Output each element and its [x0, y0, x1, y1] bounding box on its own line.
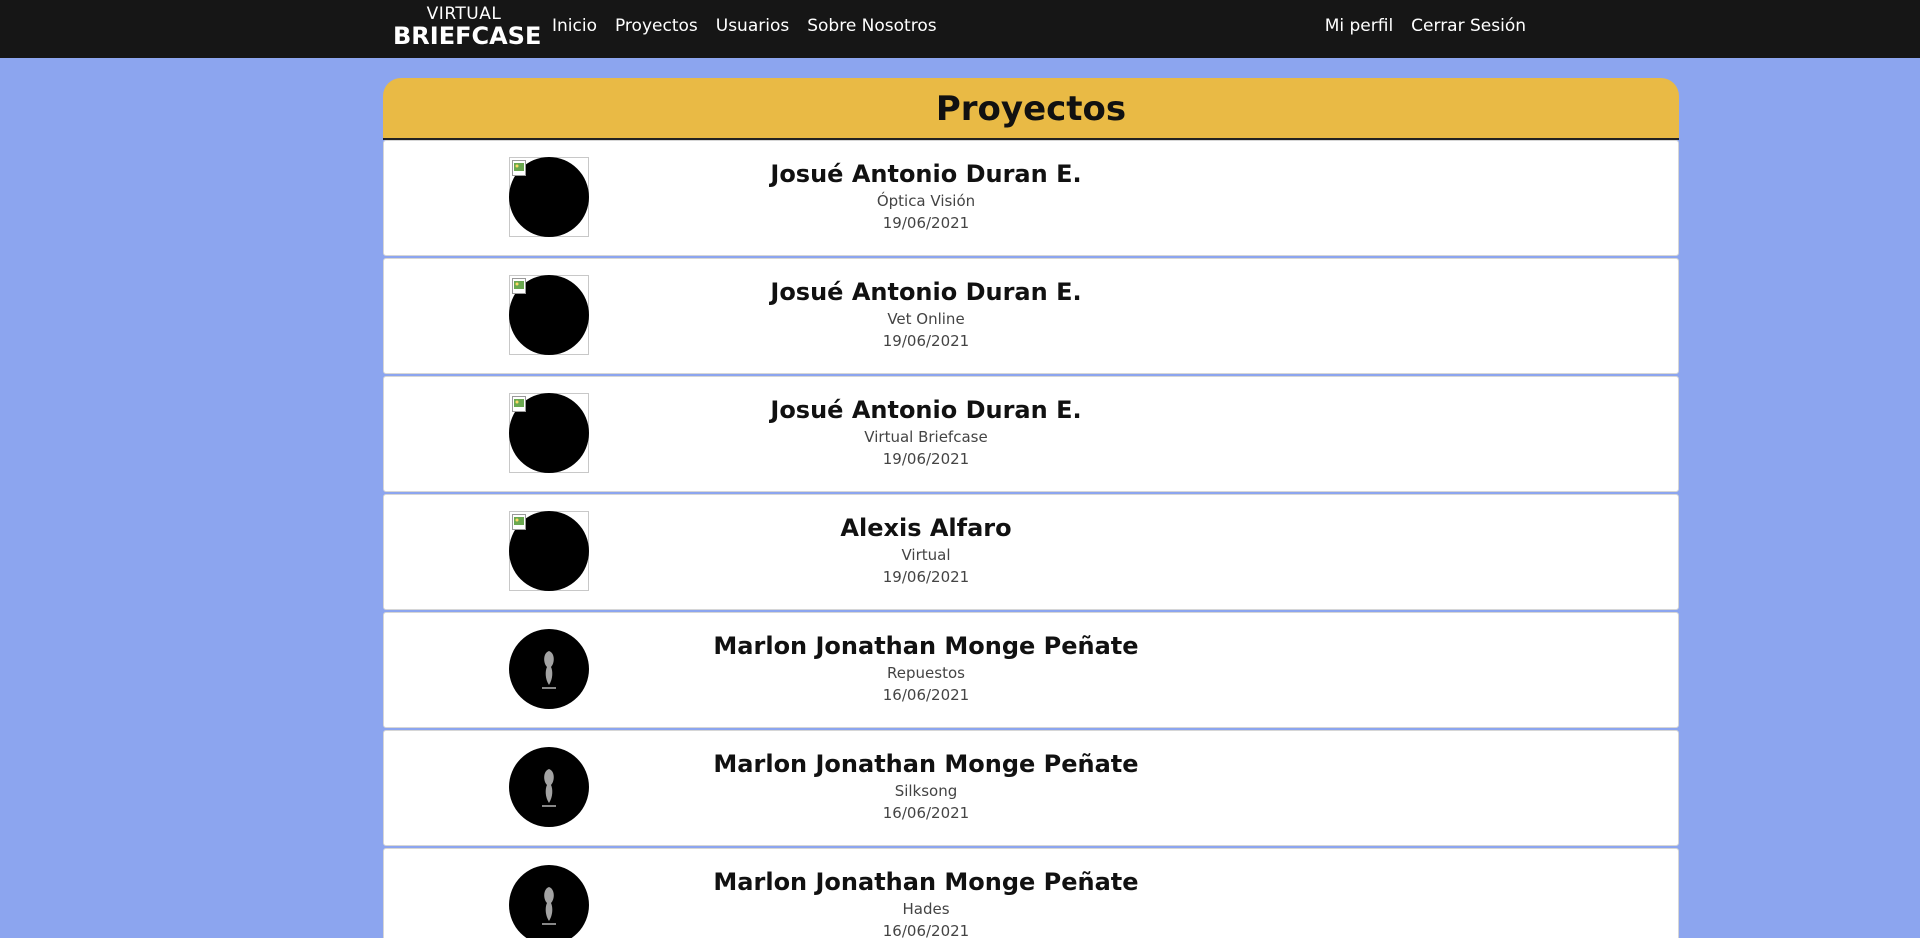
project-name: Óptica Visión — [876, 192, 976, 210]
nav-link-proyectos[interactable]: Proyectos — [615, 16, 698, 36]
project-date: 16/06/2021 — [882, 804, 970, 822]
project-info: Marlon Jonathan Monge Peñate Silksong 16/0… — [384, 749, 1468, 824]
nav-link-cerrar-sesion[interactable]: Cerrar Sesión — [1411, 16, 1526, 36]
project-name: Hades — [902, 900, 950, 918]
project-name: Silksong — [894, 782, 958, 800]
projects-panel: Proyectos Josué Antonio Duran E. Óptica V… — [383, 78, 1679, 938]
project-info: Josué Antonio Duran E. Virtual Briefcase 1… — [384, 395, 1468, 470]
nav-user-links: Mi perfil Cerrar Sesión — [1325, 0, 1526, 52]
project-card[interactable]: Josué Antonio Duran E. Óptica Visión 19/06… — [383, 140, 1679, 256]
project-card[interactable]: Marlon Jonathan Monge Peñate Hades 16/06/2… — [383, 848, 1679, 938]
project-card[interactable]: Alexis Alfaro Virtual 19/06/2021 — [383, 494, 1679, 610]
brand-logo-top: VIRTUAL — [426, 4, 502, 24]
project-author: Josué Antonio Duran E. — [770, 160, 1082, 188]
panel-header: Proyectos — [383, 78, 1679, 140]
project-date: 19/06/2021 — [882, 214, 970, 232]
project-author: Marlon Jonathan Monge Peñate — [713, 632, 1139, 660]
project-name: Virtual Briefcase — [864, 428, 988, 446]
project-author: Marlon Jonathan Monge Peñate — [713, 750, 1139, 778]
project-date: 16/06/2021 — [882, 922, 970, 938]
page-title: Proyectos — [935, 89, 1127, 129]
brand-logo[interactable]: VIRTUAL BRIEFCASE — [393, 4, 542, 50]
project-author: Alexis Alfaro — [840, 514, 1012, 542]
brand-logo-bottom: BRIEFCASE — [393, 22, 542, 50]
navbar: VIRTUAL BRIEFCASE Inicio Proyectos Usuar… — [0, 0, 1920, 58]
project-date: 19/06/2021 — [882, 332, 970, 350]
project-card[interactable]: Josué Antonio Duran E. Virtual Briefcase 1… — [383, 376, 1679, 492]
nav-link-sobre-nosotros[interactable]: Sobre Nosotros — [807, 16, 936, 36]
project-card[interactable]: Marlon Jonathan Monge Peñate Repuestos 16/… — [383, 612, 1679, 728]
project-info: Alexis Alfaro Virtual 19/06/2021 — [384, 513, 1468, 588]
project-info: Marlon Jonathan Monge Peñate Hades 16/06/2… — [384, 867, 1468, 938]
nav-link-inicio[interactable]: Inicio — [552, 16, 597, 36]
project-date: 19/06/2021 — [882, 450, 970, 468]
project-info: Josué Antonio Duran E. Vet Online 19/06/20… — [384, 277, 1468, 352]
nav-link-usuarios[interactable]: Usuarios — [716, 16, 789, 36]
project-name: Vet Online — [887, 310, 965, 328]
project-info: Josué Antonio Duran E. Óptica Visión 19/06… — [384, 159, 1468, 234]
project-author: Marlon Jonathan Monge Peñate — [713, 868, 1139, 896]
project-author: Josué Antonio Duran E. — [770, 278, 1082, 306]
project-info: Marlon Jonathan Monge Peñate Repuestos 16/… — [384, 631, 1468, 706]
project-list: Josué Antonio Duran E. Óptica Visión 19/06… — [383, 140, 1679, 938]
project-card[interactable]: Marlon Jonathan Monge Peñate Silksong 16/0… — [383, 730, 1679, 846]
project-date: 19/06/2021 — [882, 568, 970, 586]
project-author: Josué Antonio Duran E. — [770, 396, 1082, 424]
nav-link-mi-perfil[interactable]: Mi perfil — [1325, 16, 1393, 36]
project-date: 16/06/2021 — [882, 686, 970, 704]
project-card[interactable]: Josué Antonio Duran E. Vet Online 19/06/20… — [383, 258, 1679, 374]
project-name: Repuestos — [887, 664, 965, 682]
nav-links: Inicio Proyectos Usuarios Sobre Nosotros — [552, 0, 955, 52]
project-name: Virtual — [901, 546, 951, 564]
